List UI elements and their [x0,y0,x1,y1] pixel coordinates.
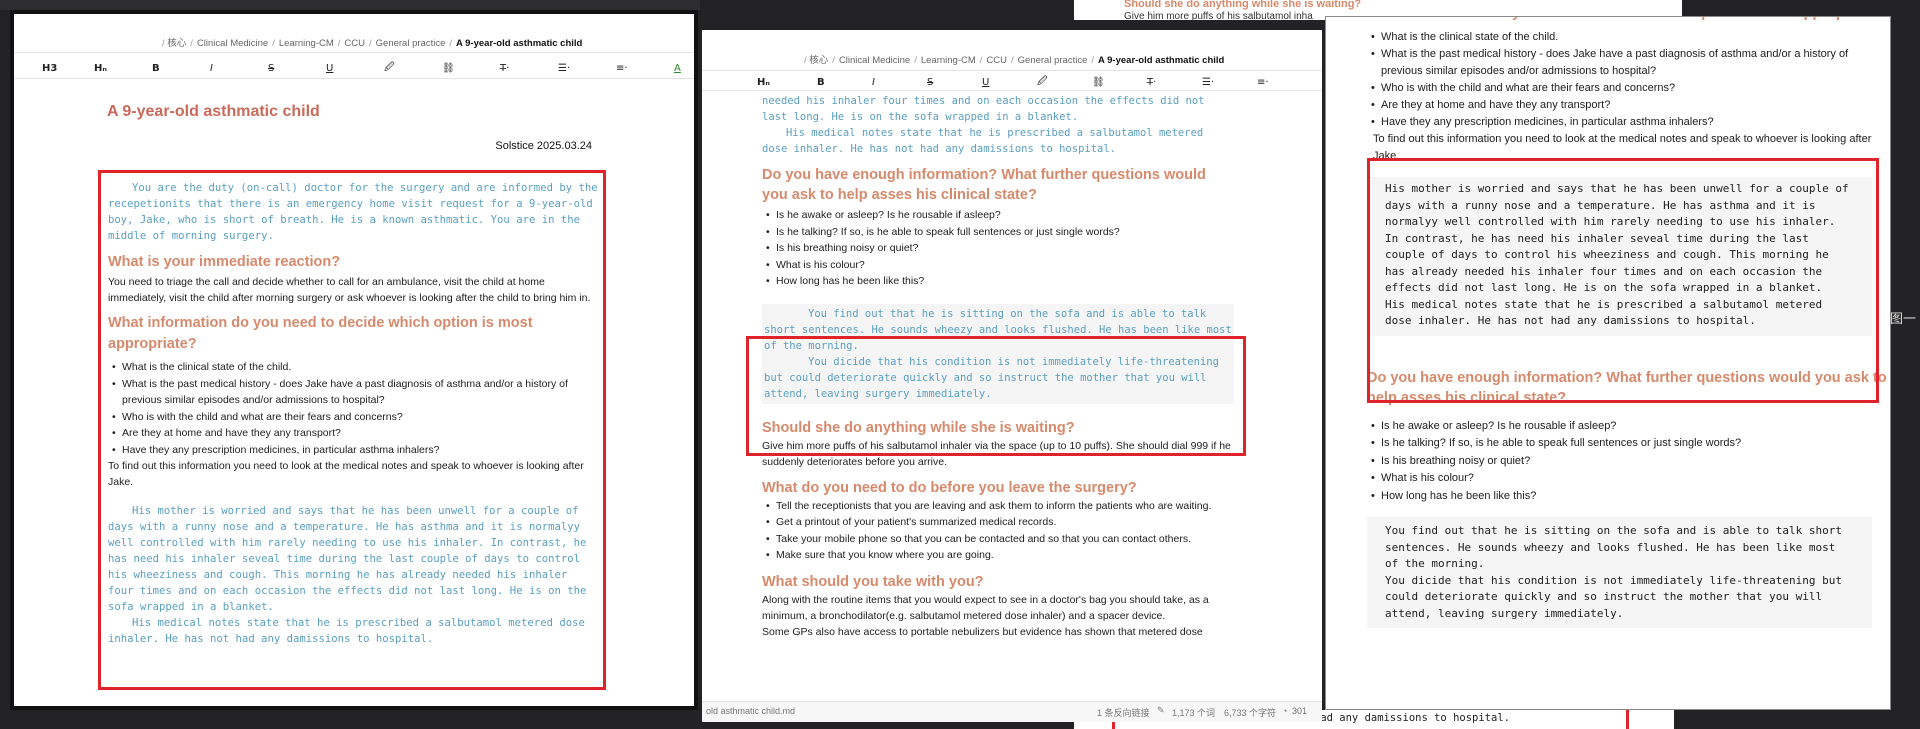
take-paragraph-2: Some GPs also have access to portable ne… [762,625,1203,638]
heading-before: What do you need to do before you leave … [762,479,1137,496]
list-item: Tell the receptionists that you are leav… [762,498,1232,515]
list-item: How long has he been like this? [762,273,1312,290]
bold-button[interactable]: B [152,63,210,74]
align-button[interactable]: ≡· [616,63,674,74]
h3-button[interactable]: H3 [42,63,94,74]
mother-code-block: His mother is worried and says that he h… [762,95,1205,123]
pencil-icon: ✎ [1157,705,1165,715]
filename: old asthmatic child.md [706,706,796,716]
list-item: Take your mobile phone so that you can b… [762,531,1232,548]
list-button[interactable]: ☰· [1202,77,1257,88]
text-color-button[interactable]: A [674,63,681,74]
highlight-box [1367,158,1879,403]
list-button[interactable]: ☰· [558,63,616,74]
highlight-icon[interactable]: 🖉 [1037,74,1092,91]
word-count: 1,173 个词 [1172,708,1216,718]
heading-n-button[interactable]: Hₙ [94,63,152,74]
enough-list: Is he awake or asleep? Is he rousable if… [1367,418,1887,506]
heading-n-button[interactable]: Hₙ [757,77,817,88]
list-item: What is his colour? [762,257,1312,274]
info-list: What is the clinical state of the child.… [1367,29,1887,131]
more-format-button[interactable]: T̶· [500,63,558,74]
right-document-window: What information do you need to decide w… [1325,16,1891,710]
notes-code-block: His medical notes state that he is presc… [762,127,1210,155]
bold-button[interactable]: B [817,77,872,88]
enough-list: Is he awake or asleep? Is he rousable if… [762,207,1312,290]
highlight-icon[interactable]: 🖉 [384,60,442,77]
highlight-box [98,170,606,690]
highlight-box [746,336,1246,456]
list-item: Is he talking? If so, is he able to spea… [1367,435,1887,453]
list-item: Who is with the child and what are their… [1367,80,1887,97]
crumb-item[interactable]: Learning-CM [279,38,334,49]
divider [14,78,694,79]
crumb-item[interactable]: CCU [344,38,365,49]
heading-take: What should you take with you? [762,573,984,590]
breadcrumb: / 核心 / Clinical Medicine / Learning-CM / CCU / G… [804,55,1225,66]
sofa-code-block: You find out that he is sitting on the s… [1367,517,1872,628]
underline-button[interactable]: U [982,77,1037,88]
crumb-item[interactable]: 核心 [167,38,186,49]
crumb-item[interactable]: CCU [986,55,1007,66]
list-item: Is he awake or asleep? Is he rousable if… [1367,418,1887,436]
bg-heading-waiting: Should she do anything while she is wait… [1124,0,1362,10]
list-item: Is his breathing noisy or quiet? [1367,453,1887,471]
list-item: Is he talking? If so, is he able to spea… [762,224,1312,241]
list-item: Are they at home and have they any trans… [1367,97,1887,114]
strikethrough-button[interactable]: S [268,63,326,74]
sync-icon: ◔ [1282,706,1288,716]
crumb-current: A 9-year-old asthmatic child [1098,55,1225,66]
link-icon[interactable]: ⛓ [1092,77,1147,88]
align-button[interactable]: ≡· [1257,77,1312,88]
list-item: How long has he been like this? [1367,488,1887,506]
list-item: Get a printout of your patient's summari… [762,514,1232,531]
sync-count: 301 [1292,706,1308,716]
background-toolbar-strip [0,0,700,10]
sofa-text: You find out that he is sitting on the s… [1385,524,1842,570]
list-item: What is the past medical history - does … [1367,46,1887,80]
strikethrough-button[interactable]: S [927,77,982,88]
more-format-button[interactable]: T̶· [1147,77,1202,88]
breadcrumb: / 核心 / Clinical Medicine / Learning-CM / CCU / G… [162,38,583,49]
edge-label: 图一 [1890,311,1917,326]
list-item: What is the clinical state of the child. [1367,29,1887,46]
crumb-item[interactable]: Clinical Medicine [839,55,910,66]
decide-text: You dicide that his condition is not imm… [1385,573,1842,620]
char-count: 6,733 个字符 [1224,708,1277,718]
heading-information: What information do you need to decide w… [1367,17,1887,23]
take-paragraph: Along with the routine items that you wo… [762,593,1209,622]
crumb-current: A 9-year-old asthmatic child [456,38,583,49]
author-date: Solstice 2025.03.24 [495,140,592,152]
heading-enough: Do you have enough information? What fur… [762,167,1206,203]
link-icon[interactable]: ⛓ [442,63,500,74]
underline-button[interactable]: U [326,63,384,74]
left-document-window: / 核心 / Clinical Medicine / Learning-CM / CCU / G… [10,10,698,710]
format-toolbar: Hₙ B I S U 🖉 ⛓ T̶· ☰· ≡· [757,74,1317,90]
bg-redline-right [1626,710,1629,729]
crumb-item[interactable]: Clinical Medicine [197,38,268,49]
list-item: Make sure that you know where you are go… [762,547,1232,564]
middle-document-window: / 核心 / Clinical Medicine / Learning-CM / CCU / G… [702,30,1322,722]
page-title: A 9-year-old asthmatic child [107,103,320,120]
divider [14,52,694,53]
format-toolbar: H3 Hₙ B I S U 🖉 ⛓ T̶· ☰· ≡· A [42,60,694,77]
crumb-item[interactable]: Learning-CM [921,55,976,66]
crumb-item[interactable]: 核心 [809,55,828,66]
backlinks[interactable]: 1 条反向链接 [1097,706,1150,719]
status-bar: old asthmatic child.md 1 条反向链接 ✎ 1,173 个… [702,701,1322,722]
italic-button[interactable]: I [210,63,268,74]
italic-button[interactable]: I [872,77,927,88]
divider [702,70,1322,71]
list-item: Have they any prescription medicines, in… [1367,114,1887,131]
crumb-item[interactable]: General practice [1018,55,1088,66]
crumb-item[interactable]: General practice [376,38,446,49]
list-item: Is he awake or asleep? Is he rousable if… [762,207,1312,224]
list-item: Is his breathing noisy or quiet? [762,240,1312,257]
list-item: What is his colour? [1367,470,1887,488]
before-list: Tell the receptionists that you are leav… [762,498,1232,564]
